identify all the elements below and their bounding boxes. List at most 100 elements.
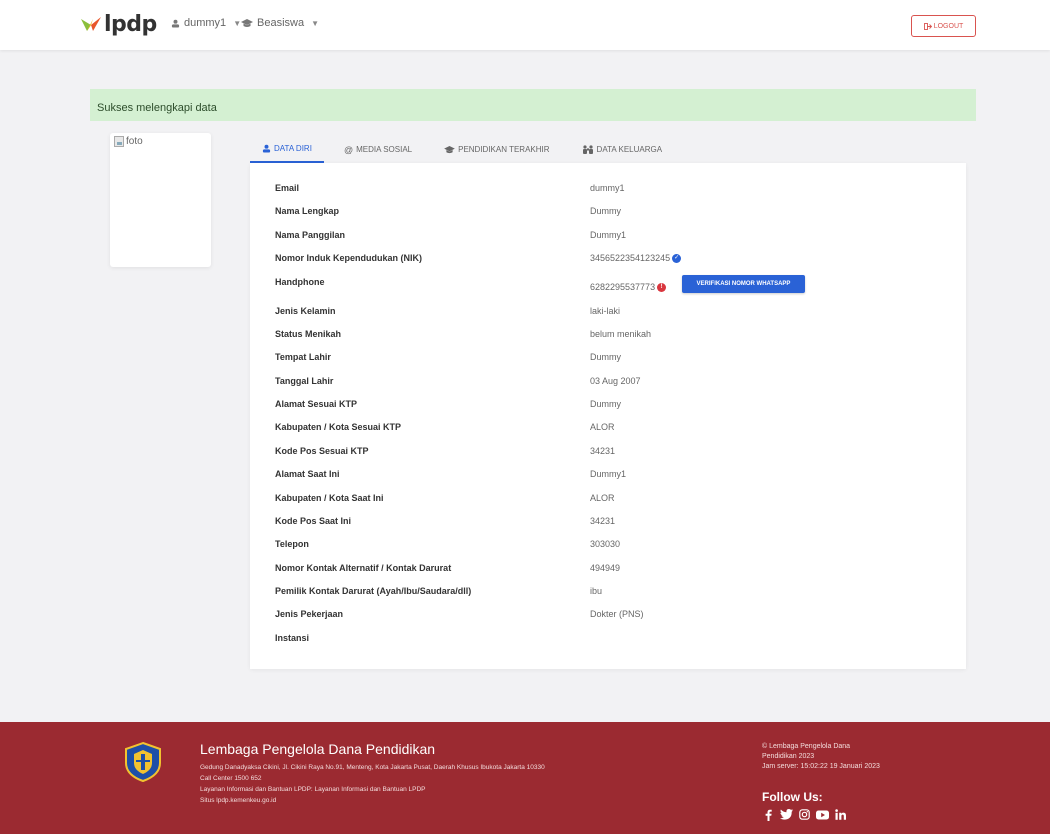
navbar: lpdp dummy1 ▼ Beasiswa ▼ LOGOUT [0, 0, 1050, 50]
tab-label: PENDIDIKAN TERAKHIR [458, 145, 550, 154]
footer-situs-link[interactable]: Situs lpdp.kemenkeu.go.id [200, 797, 276, 804]
user-menu[interactable]: dummy1 ▼ [171, 17, 241, 29]
verify-whatsapp-button[interactable]: VERIFIKASI NOMOR WHATSAPP [682, 275, 805, 293]
field-label: Jenis Pekerjaan [275, 609, 344, 619]
lpdp-logo[interactable]: lpdp [80, 12, 157, 37]
beasiswa-menu-label: Beasiswa [257, 17, 305, 29]
field-row: Telepon 303030 [250, 539, 966, 559]
tab-label: DATA KELUARGA [596, 145, 663, 154]
youtube-icon[interactable] [816, 808, 829, 821]
field-row: Kabupaten / Kota Sesuai KTP ALOR [250, 422, 966, 442]
tab-label: MEDIA SOSIAL [356, 145, 413, 154]
logout-label: LOGOUT [933, 22, 964, 30]
field-label: Status Menikah [275, 329, 342, 339]
twitter-icon[interactable] [780, 808, 793, 821]
footer-copyright: © Lembaga Pengelola Dana [762, 743, 851, 750]
field-label: Email [275, 183, 300, 193]
graduation-cap-icon [241, 18, 253, 27]
field-value: dummy1 [590, 183, 625, 193]
field-label: Handphone [275, 277, 325, 287]
field-value: belum menikah [590, 329, 652, 339]
field-value: Dummy [590, 399, 621, 409]
field-row: Pemilik Kontak Darurat (Ayah/Ibu/Saudara… [250, 586, 966, 606]
lpdp-logo-mark-icon [81, 16, 101, 31]
facebook-icon[interactable] [762, 808, 775, 821]
field-row: Kode Pos Saat Ini 34231 [250, 516, 966, 536]
footer-title: Lembaga Pengelola Dana Pendidikan [200, 741, 436, 757]
profile-photo: foto [114, 136, 143, 147]
field-label: Instansi [275, 633, 310, 643]
field-label: Kabupaten / Kota Sesuai KTP [275, 422, 402, 432]
field-value: 494949 [590, 563, 621, 573]
family-icon [582, 145, 593, 154]
field-value: Dokter (PNS) [590, 609, 644, 619]
tab-data-diri[interactable]: DATA DIRI [250, 136, 324, 163]
field-label: Nama Lengkap [275, 206, 340, 216]
logo-text: lpdp [104, 12, 157, 37]
instagram-icon[interactable] [798, 808, 811, 821]
profile-tabs: DATA DIRI @ MEDIA SOSIAL PENDIDIKAN TERA… [250, 136, 674, 163]
unverified-alert-icon: ! [657, 282, 667, 292]
kemenkeu-emblem-icon [125, 741, 161, 783]
field-value: ibu [590, 586, 603, 596]
tab-media-sosial[interactable]: @ MEDIA SOSIAL [332, 136, 424, 163]
field-row: Alamat Sesuai KTP Dummy [250, 399, 966, 419]
social-links [762, 808, 847, 821]
field-label: Kode Pos Saat Ini [275, 516, 352, 526]
field-row: Nama Panggilan Dummy1 [250, 230, 966, 250]
footer: Lembaga Pengelola Dana Pendidikan Gedung… [0, 722, 1050, 834]
field-row: Status Menikah belum menikah [250, 329, 966, 349]
success-alert: Sukses melengkapi data [90, 89, 976, 121]
field-row: Tempat Lahir Dummy [250, 352, 966, 372]
field-value: laki-laki [590, 306, 621, 316]
footer-layanan-link[interactable]: Layanan Informasi dan Bantuan LPDP: Laya… [200, 786, 425, 793]
field-label: Nomor Kontak Alternatif / Kontak Darurat [275, 563, 452, 573]
tab-data-keluarga[interactable]: DATA KELUARGA [570, 136, 675, 163]
footer-server-time: Jam server: 15:02:22 19 Januari 2023 [762, 763, 880, 770]
field-value: Dummy1 [590, 230, 627, 240]
field-row: Kode Pos Sesuai KTP 34231 [250, 446, 966, 466]
chevron-down-icon: ▼ [233, 18, 242, 28]
beasiswa-menu[interactable]: Beasiswa ▼ [241, 17, 319, 29]
field-row: Handphone 6282295537773! VERIFIKASI NOMO… [250, 275, 966, 297]
broken-image-icon [114, 136, 124, 147]
field-label: Pemilik Kontak Darurat (Ayah/Ibu/Saudara… [275, 586, 472, 596]
field-value: Dummy1 [590, 469, 627, 479]
field-value: 6282295537773! [590, 282, 667, 292]
field-row: Jenis Kelamin laki-laki [250, 306, 966, 326]
tab-label: DATA DIRI [274, 144, 312, 153]
field-row: Nomor Induk Kependudukan (NIK) 345652235… [250, 253, 966, 273]
field-value: 03 Aug 2007 [590, 376, 641, 386]
field-label: Alamat Sesuai KTP [275, 399, 358, 409]
field-value: 303030 [590, 539, 621, 549]
photo-alt-text: foto [126, 136, 143, 147]
field-label: Kabupaten / Kota Saat Ini [275, 493, 384, 503]
linkedin-icon[interactable] [834, 808, 847, 821]
verified-check-icon: ✓ [672, 253, 682, 263]
follow-us-label: Follow Us: [762, 790, 823, 804]
field-row: Instansi [250, 633, 966, 653]
field-value: ALOR [590, 493, 615, 503]
field-row: Kabupaten / Kota Saat Ini ALOR [250, 493, 966, 513]
field-value: 34231 [590, 516, 616, 526]
graduation-cap-icon [444, 145, 455, 153]
chevron-down-icon: ▼ [311, 18, 319, 28]
sign-out-icon [923, 22, 932, 30]
field-value: ALOR [590, 422, 615, 432]
footer-call-center: Call Center 1500 652 [200, 775, 262, 782]
at-icon: @ [343, 144, 354, 155]
tab-pendidikan-terakhir[interactable]: PENDIDIKAN TERAKHIR [432, 136, 561, 163]
logout-button[interactable]: LOGOUT [911, 15, 976, 37]
field-label: Kode Pos Sesuai KTP [275, 446, 369, 456]
field-row: Nomor Kontak Alternatif / Kontak Darurat… [250, 563, 966, 583]
field-value: 34231 [590, 446, 616, 456]
user-icon [171, 19, 180, 28]
field-row: Nama Lengkap Dummy [250, 206, 966, 226]
field-label: Alamat Saat Ini [275, 469, 340, 479]
field-row: Email dummy1 [250, 183, 966, 203]
field-label: Nomor Induk Kependudukan (NIK) [275, 253, 422, 263]
field-label: Telepon [275, 539, 309, 549]
field-row: Alamat Saat Ini Dummy1 [250, 469, 966, 489]
field-label: Tanggal Lahir [275, 376, 334, 386]
field-label: Nama Panggilan [275, 230, 346, 240]
